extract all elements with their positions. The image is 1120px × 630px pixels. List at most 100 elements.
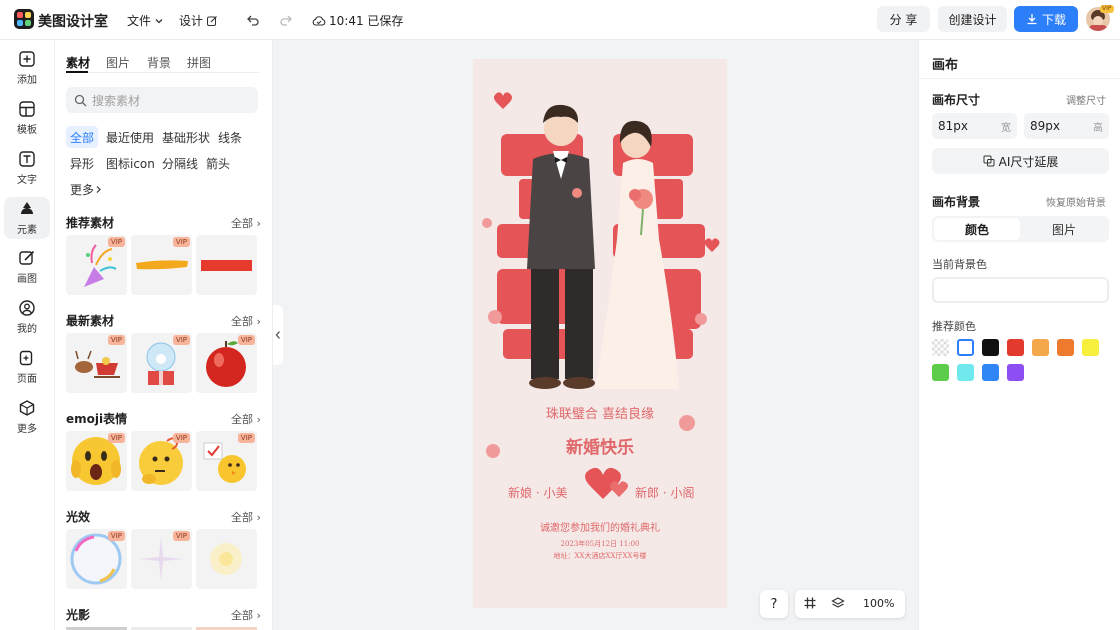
search-icon bbox=[74, 94, 87, 106]
app-logo-icon[interactable] bbox=[14, 9, 34, 29]
design-menu[interactable]: 设计 bbox=[179, 12, 218, 29]
vip-badge: VIP bbox=[1100, 5, 1114, 13]
color-swatch[interactable] bbox=[1032, 339, 1049, 356]
chip-all[interactable]: 全部 bbox=[66, 126, 99, 148]
nav-elements[interactable]: 元素 bbox=[4, 197, 50, 239]
zoom-level[interactable]: 100% bbox=[863, 597, 894, 610]
color-swatch[interactable] bbox=[1007, 339, 1024, 356]
download-icon bbox=[1027, 14, 1037, 25]
card-invite[interactable]: 诚邀您参加我们的婚礼典礼 bbox=[473, 519, 727, 534]
color-swatch[interactable] bbox=[957, 339, 974, 356]
text-icon bbox=[19, 151, 35, 167]
ai-extend-button[interactable]: AI尺寸延展 bbox=[932, 148, 1109, 174]
pencil-icon bbox=[19, 250, 35, 265]
chip-dividers[interactable]: 分隔线 bbox=[158, 152, 202, 174]
section-title-recommended: 推荐素材 bbox=[66, 216, 115, 230]
color-swatch[interactable] bbox=[1057, 339, 1074, 356]
current-bg-swatch[interactable] bbox=[932, 277, 1109, 303]
color-swatch[interactable] bbox=[1082, 339, 1099, 356]
color-swatch[interactable] bbox=[957, 364, 974, 381]
vip-badge: VIP bbox=[107, 433, 125, 443]
seg-image[interactable]: 图片 bbox=[1021, 218, 1107, 240]
file-menu[interactable]: 文件 bbox=[127, 12, 164, 29]
color-swatch[interactable] bbox=[932, 339, 949, 356]
color-swatch[interactable] bbox=[1007, 364, 1024, 381]
download-button[interactable]: 下载 bbox=[1014, 6, 1078, 32]
undo-icon[interactable] bbox=[243, 10, 263, 30]
height-field[interactable]: 89px 高 bbox=[1024, 113, 1109, 139]
tab-images[interactable]: 图片 bbox=[106, 54, 130, 71]
section-all-light-effects[interactable]: 全部 › bbox=[231, 509, 261, 525]
tab-collage[interactable]: 拼图 bbox=[187, 54, 211, 71]
asset-tile-emoji-chick[interactable]: VIP bbox=[196, 431, 257, 491]
card-groom[interactable]: 新郎 · 小阁 bbox=[635, 484, 705, 501]
tab-materials[interactable]: 素材 bbox=[66, 54, 90, 71]
search-input[interactable]: 搜索素材 bbox=[66, 87, 258, 113]
chevron-left-icon bbox=[275, 331, 280, 339]
redo-icon[interactable] bbox=[276, 10, 296, 30]
color-swatch[interactable] bbox=[982, 339, 999, 356]
panel-divider bbox=[919, 78, 1120, 79]
asset-tile-apple[interactable]: VIP bbox=[196, 333, 257, 393]
chip-arrows[interactable]: 箭头 bbox=[202, 152, 234, 174]
grid-icon[interactable] bbox=[803, 596, 817, 613]
chip-lines[interactable]: 线条 bbox=[214, 126, 246, 148]
width-field[interactable]: 81px 宽 bbox=[932, 113, 1017, 139]
seg-color[interactable]: 颜色 bbox=[934, 218, 1020, 240]
chip-basic-shapes[interactable]: 基础形状 bbox=[158, 126, 214, 148]
asset-tile-party-popper[interactable]: VIP bbox=[66, 235, 127, 295]
section-all-light-shadow[interactable]: 全部 › bbox=[231, 607, 261, 623]
collapse-panel-button[interactable] bbox=[273, 305, 283, 365]
layers-icon[interactable] bbox=[831, 596, 845, 613]
share-button[interactable]: 分 享 bbox=[877, 6, 930, 32]
cloud-icon bbox=[312, 15, 326, 26]
nav-more[interactable]: 更多 bbox=[4, 396, 50, 438]
nav-more-label: 更多 bbox=[17, 424, 37, 435]
card-date[interactable]: 2023年05月12日 11:00 bbox=[473, 539, 727, 549]
restore-bg-link[interactable]: 恢复原始背景 bbox=[1046, 194, 1106, 209]
recommend-colors-label: 推荐颜色 bbox=[932, 320, 976, 333]
search-placeholder: 搜索素材 bbox=[92, 93, 141, 108]
card-bride[interactable]: 新娘 · 小美 bbox=[508, 484, 578, 501]
card-line1[interactable]: 珠联璧合 喜结良缘 bbox=[473, 403, 727, 422]
section-all-latest[interactable]: 全部 › bbox=[231, 313, 261, 329]
nav-template[interactable]: 模板 bbox=[4, 97, 50, 139]
asset-tile-brush-stroke[interactable]: VIP bbox=[131, 235, 192, 295]
asset-tile-sparkle[interactable]: VIP bbox=[131, 529, 192, 589]
card-venue[interactable]: 地址：XX大酒店XX厅XX号楼 bbox=[473, 551, 727, 561]
vip-badge: VIP bbox=[237, 335, 255, 345]
asset-tile-red-bar[interactable] bbox=[196, 235, 257, 295]
nav-page[interactable]: 页面 bbox=[4, 346, 50, 388]
red-bar-icon bbox=[201, 260, 252, 271]
chip-icons[interactable]: 图标icon bbox=[102, 152, 159, 174]
nav-draw[interactable]: 画图 bbox=[4, 246, 50, 288]
nav-mine[interactable]: 我的 bbox=[4, 296, 50, 338]
asset-tile-bubble[interactable]: VIP bbox=[66, 529, 127, 589]
card-title[interactable]: 新婚快乐 bbox=[473, 433, 727, 458]
color-swatch[interactable] bbox=[932, 364, 949, 381]
design-card[interactable]: 珠联璧合 喜结良缘 新婚快乐 新娘 · 小美 新郎 · 小阁 诚邀您参加我们的婚… bbox=[473, 59, 727, 608]
chip-irregular[interactable]: 异形 bbox=[66, 152, 98, 174]
chip-recent[interactable]: 最近使用 bbox=[102, 126, 158, 148]
adjust-size-link[interactable]: 调整尺寸 bbox=[1066, 92, 1106, 107]
section-title-light-effects: 光效 bbox=[66, 510, 91, 524]
section-all-recommended[interactable]: 全部 › bbox=[231, 215, 261, 231]
asset-tile-glow[interactable] bbox=[196, 529, 257, 589]
chip-more[interactable]: 更多 bbox=[66, 178, 107, 200]
asset-tile-emoji-scared[interactable]: VIP bbox=[66, 431, 127, 491]
color-swatch[interactable] bbox=[982, 364, 999, 381]
help-button[interactable]: ? bbox=[760, 590, 788, 618]
asset-tile-sleigh[interactable]: VIP bbox=[66, 333, 127, 393]
asset-tile-emoji-thinking[interactable]: VIP bbox=[131, 431, 192, 491]
tab-backgrounds[interactable]: 背景 bbox=[147, 54, 171, 71]
create-design-button[interactable]: 创建设计 bbox=[938, 6, 1007, 32]
tab-divider bbox=[66, 72, 259, 73]
asset-tile-snow-globe[interactable]: VIP bbox=[131, 333, 192, 393]
vip-badge: VIP bbox=[107, 237, 125, 247]
nav-add[interactable]: 添加 bbox=[4, 47, 50, 89]
all-link-label: 全部 bbox=[231, 511, 253, 524]
section-all-emoji[interactable]: 全部 › bbox=[231, 411, 261, 427]
save-status: 10:41 已保存 bbox=[312, 12, 403, 29]
nav-text[interactable]: 文字 bbox=[4, 147, 50, 189]
current-bg-label: 当前背景色 bbox=[932, 258, 987, 271]
